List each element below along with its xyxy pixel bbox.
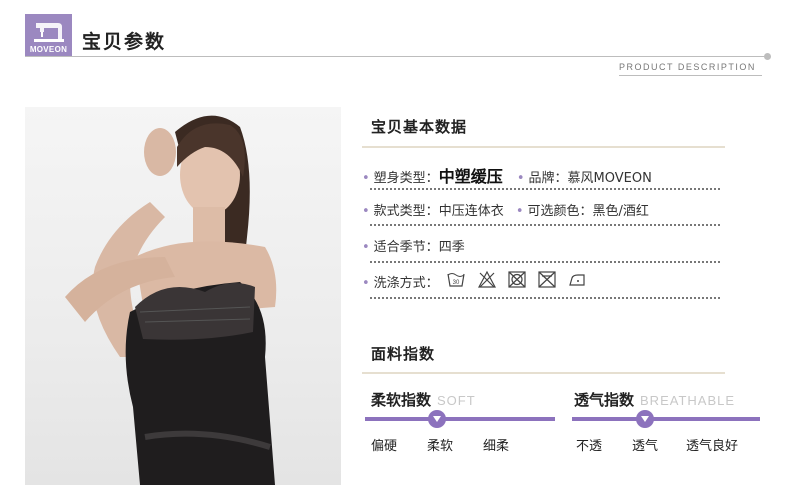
breathability-scale-bar xyxy=(572,417,760,421)
header-subtitle: PRODUCT DESCRIPTION xyxy=(619,62,756,72)
softness-en-label: SOFT xyxy=(437,393,476,408)
svg-text:30: 30 xyxy=(453,280,460,286)
softness-scale-heading: 柔软指数 SOFT xyxy=(371,389,476,410)
breathability-scale-heading: 透气指数 BREATHABLE xyxy=(574,389,735,410)
page-title: 宝贝参数 xyxy=(82,31,167,53)
breathability-level-2: 透气 xyxy=(632,439,659,454)
breathability-en-label: BREATHABLE xyxy=(640,393,736,408)
no-tumble-dry-icon xyxy=(508,271,526,288)
dotted-divider xyxy=(370,261,720,263)
header-divider xyxy=(25,56,767,57)
fabric-index-rule xyxy=(362,372,725,374)
bullet-icon: • xyxy=(362,276,370,291)
bullet-icon: • xyxy=(516,171,525,186)
fabric-index-title: 面料指数 xyxy=(371,345,436,363)
header-divider-dot xyxy=(764,53,771,60)
wash-30-icon: 30 xyxy=(447,273,465,287)
product-photo xyxy=(25,107,341,485)
bullet-icon: • xyxy=(362,204,370,219)
dotted-divider xyxy=(370,297,720,299)
sewing-machine-icon xyxy=(34,23,64,42)
bullet-icon: • xyxy=(362,171,370,186)
basic-data-title: 宝贝基本数据 xyxy=(371,118,468,136)
basic-data-rule xyxy=(362,146,725,148)
bullet-icon: • xyxy=(515,204,524,219)
softness-marker xyxy=(428,410,446,428)
brand-value: 慕风MOVEON xyxy=(567,171,652,186)
logo-text: MOVEON xyxy=(29,45,68,54)
softness-title: 柔软指数 xyxy=(371,391,432,409)
dotted-divider xyxy=(370,188,720,190)
softness-level-3: 细柔 xyxy=(483,439,510,454)
no-bleach-icon xyxy=(478,270,496,288)
color-options-value: 黑色/酒红 xyxy=(592,204,649,219)
softness-level-2: 柔软 xyxy=(427,439,454,454)
low-iron-icon xyxy=(569,274,585,286)
shaping-type-value: 中塑缓压 xyxy=(438,167,503,186)
no-dry-clean-icon xyxy=(538,271,556,288)
brand-logo: MOVEON xyxy=(25,14,72,56)
breathability-level-1: 不透 xyxy=(576,439,603,454)
bullet-icon: • xyxy=(362,240,370,255)
softness-level-1: 偏硬 xyxy=(371,439,398,454)
style-value: 中压连体衣 xyxy=(438,204,504,219)
spec-row-shaping-type: • 塑身类型：中塑缓压 • 品牌：慕风MOVEON xyxy=(362,167,652,186)
wash-care-icons: 30 xyxy=(447,270,585,288)
softness-scale-bar xyxy=(365,417,555,421)
spec-row-style: • 款式类型：中压连体衣 • 可选颜色：黑色/酒红 xyxy=(362,204,649,219)
breathability-title: 透气指数 xyxy=(574,391,635,409)
breathability-level-3: 透气良好 xyxy=(686,439,739,454)
season-value: 四季 xyxy=(438,240,465,255)
dotted-divider xyxy=(370,224,720,226)
header-subtitle-underline xyxy=(619,75,762,76)
breathability-marker xyxy=(636,410,654,428)
spec-row-washing: • 洗涤方式： xyxy=(362,276,439,291)
spec-row-season: • 适合季节：四季 xyxy=(362,240,465,255)
